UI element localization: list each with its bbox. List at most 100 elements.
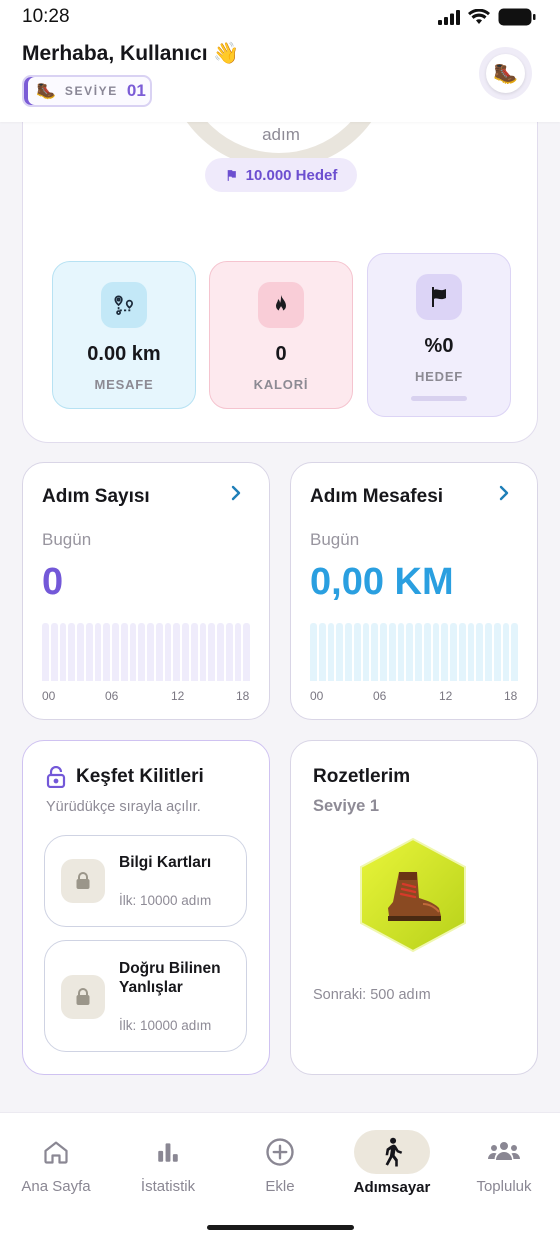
step-count-card[interactable]: Adım Sayısı Bugün 0 00 06 12 18 xyxy=(22,462,270,720)
step-count-title: Adım Sayısı xyxy=(42,486,150,507)
daily-summary-card: adım 10.000 Hedef 0.00 km MESAFE 0 KALOR… xyxy=(22,90,538,443)
hour-bar xyxy=(77,623,84,681)
step-distance-card[interactable]: Adım Mesafesi Bugün 0,00 KM 00 06 12 18 xyxy=(290,462,538,720)
level-value: 01 xyxy=(126,81,146,100)
hour-bar xyxy=(441,623,448,681)
nav-item-stats[interactable]: İstatistik xyxy=(112,1113,224,1213)
lock-icon xyxy=(61,975,105,1019)
tick-label: 00 xyxy=(42,689,56,703)
nav-label: Ana Sayfa xyxy=(21,1178,91,1195)
discover-locks-heading: Keşfet Kilitleri xyxy=(46,766,204,788)
discover-locks-subtitle: Yürüdükçe sırayla açılır. xyxy=(46,799,201,815)
hour-bar xyxy=(511,623,518,681)
chevron-right-icon[interactable] xyxy=(230,485,242,501)
step-distance-subtitle: Bugün xyxy=(310,530,360,549)
hour-bar xyxy=(458,623,466,681)
walking-icon xyxy=(354,1130,430,1174)
calorie-caption: KALORİ xyxy=(253,377,309,392)
goal-progress-bar xyxy=(411,396,467,401)
tick-label: 06 xyxy=(105,689,119,703)
wifi-icon xyxy=(468,9,490,24)
lock-item-info-cards[interactable]: Bilgi Kartları İlk: 10000 adım xyxy=(44,835,247,927)
hour-bar xyxy=(476,623,483,681)
calorie-stat: 0 KALORİ xyxy=(209,261,353,409)
distance-value: 0.00 km xyxy=(87,343,161,365)
hour-bar xyxy=(243,623,250,681)
bar-chart-icon xyxy=(155,1136,181,1168)
nav-label: İstatistik xyxy=(140,1178,196,1195)
lock-item-requirement: İlk: 10000 adım xyxy=(119,1018,212,1033)
level-badge[interactable]: 🥾 SEVİYE 01 xyxy=(22,75,152,107)
badges-next-requirement: Sonraki: 500 adım xyxy=(313,987,431,1003)
hour-bar xyxy=(310,623,317,681)
boot-icon: 🥾 xyxy=(486,54,525,93)
badges-title: Rozetlerim xyxy=(313,766,411,787)
hour-bar xyxy=(406,623,413,681)
hour-bar xyxy=(327,623,335,681)
route-pin-icon xyxy=(101,282,147,328)
lock-item-misconceptions[interactable]: Doğru Bilinen Yanlışlar İlk: 10000 adım xyxy=(44,940,247,1052)
hour-bar xyxy=(467,623,475,681)
lock-icon xyxy=(61,859,105,903)
people-icon xyxy=(487,1136,521,1168)
goal-percent-value: %0 xyxy=(424,335,454,357)
hour-bar xyxy=(103,623,110,681)
nav-item-add[interactable]: Ekle xyxy=(224,1113,336,1213)
nav-item-pedometer[interactable]: Adımsayar xyxy=(336,1113,448,1213)
hour-bar xyxy=(423,623,431,681)
hour-bar xyxy=(362,623,370,681)
hour-bar xyxy=(190,623,198,681)
home-indicator[interactable] xyxy=(207,1225,354,1230)
nav-label: Topluluk xyxy=(476,1178,532,1195)
greeting-title: Merhaba, Kullanıcı 👋 xyxy=(22,42,240,65)
nav-label: Adımsayar xyxy=(353,1179,431,1196)
hour-bar xyxy=(155,623,163,681)
calorie-value: 0 xyxy=(275,343,287,365)
hour-bar xyxy=(432,623,440,681)
boot-icon: 🥾 xyxy=(36,83,56,100)
lock-item-requirement: İlk: 10000 adım xyxy=(119,893,212,908)
nav-item-community[interactable]: Topluluk xyxy=(448,1113,560,1213)
hourly-steps-bars xyxy=(42,623,250,681)
chevron-right-icon[interactable] xyxy=(498,485,510,501)
tick-label: 12 xyxy=(439,689,453,703)
tick-label: 00 xyxy=(310,689,324,703)
tick-label: 12 xyxy=(171,689,185,703)
goal-chip-label: 10.000 Hedef xyxy=(245,166,338,184)
hour-bar xyxy=(164,623,172,681)
hour-bar xyxy=(112,623,119,681)
hour-bar xyxy=(493,623,501,681)
tick-label: 18 xyxy=(236,689,250,703)
plus-circle-icon xyxy=(265,1136,295,1168)
status-icons xyxy=(438,8,536,26)
badges-level: Seviye 1 xyxy=(313,797,380,815)
hour-bar xyxy=(182,623,189,681)
hour-bar xyxy=(380,623,387,681)
flag-icon xyxy=(416,274,462,320)
hour-bar xyxy=(336,623,343,681)
step-distance-value: 0,00 KM xyxy=(310,561,454,603)
distance-stat: 0.00 km MESAFE xyxy=(52,261,196,409)
hour-bar xyxy=(138,623,145,681)
signal-icon xyxy=(438,9,460,25)
hourly-distance-bars xyxy=(310,623,518,681)
hour-bar xyxy=(208,623,215,681)
level-label: SEVİYE xyxy=(64,84,118,98)
nav-item-home[interactable]: Ana Sayfa xyxy=(0,1113,112,1213)
badges-card[interactable]: Rozetlerim Seviye 1 Sonraki: 500 adım xyxy=(290,740,538,1075)
discover-locks-title: Keşfet Kilitleri xyxy=(76,766,204,787)
battery-icon xyxy=(498,8,536,26)
hour-bar xyxy=(59,623,67,681)
hour-bar xyxy=(173,623,180,681)
goal-chip: 10.000 Hedef xyxy=(205,158,357,192)
hour-bar xyxy=(345,623,352,681)
lock-open-icon xyxy=(46,766,66,788)
tick-label: 06 xyxy=(373,689,387,703)
hour-bar xyxy=(485,623,492,681)
avatar[interactable]: 🥾 xyxy=(479,47,532,100)
hour-bar xyxy=(353,623,361,681)
home-icon xyxy=(42,1136,70,1168)
hour-bar xyxy=(129,623,137,681)
hour-bar xyxy=(415,623,422,681)
lock-item-name: Bilgi Kartları xyxy=(119,854,212,871)
